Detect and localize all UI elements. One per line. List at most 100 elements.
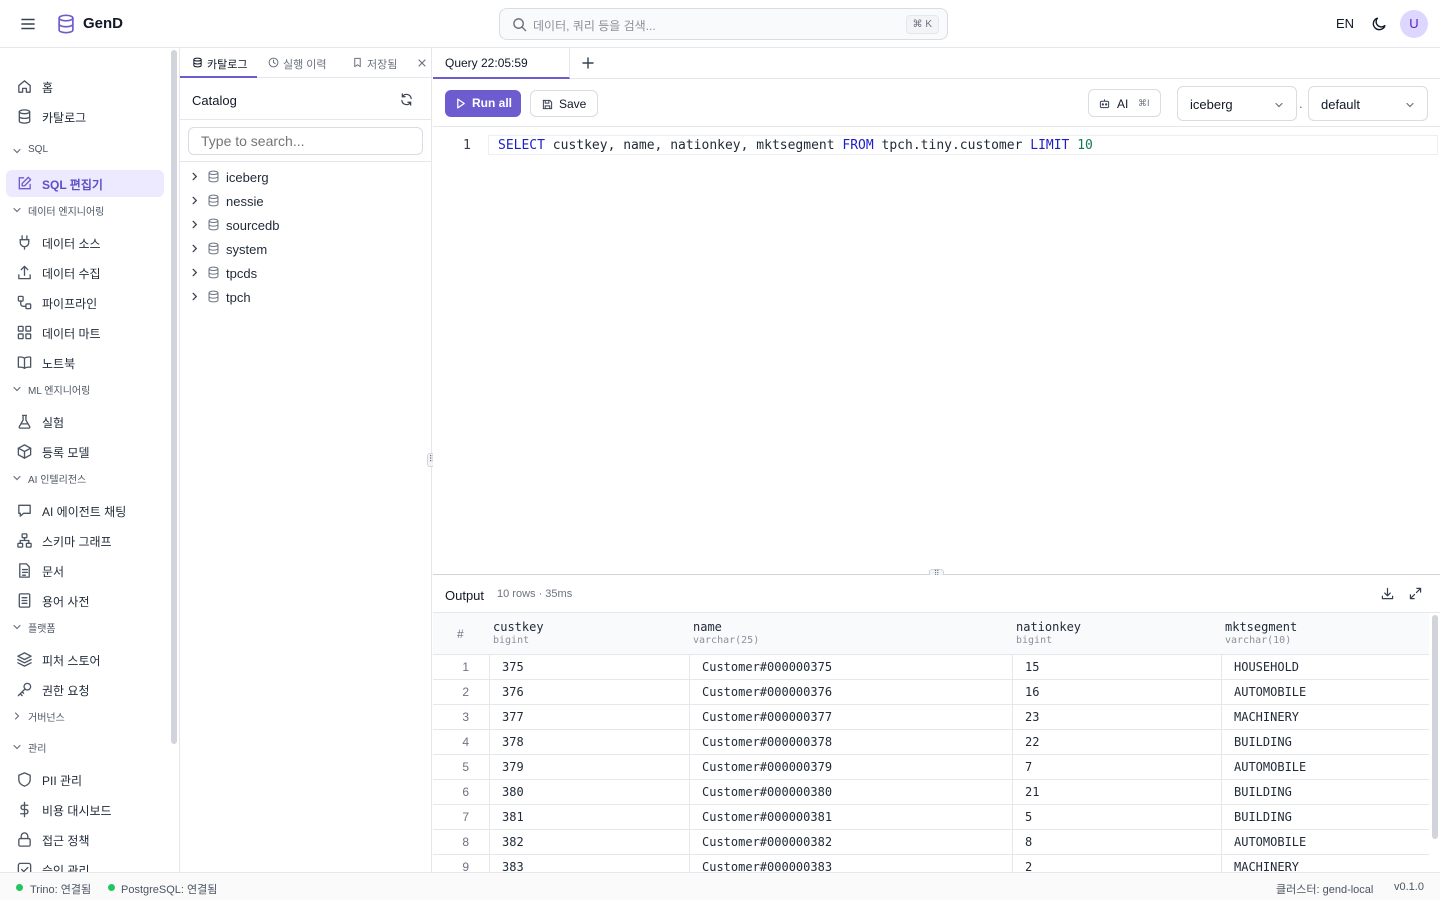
sidebar-scrollbar[interactable] xyxy=(171,50,177,744)
schema-select[interactable]: default xyxy=(1308,86,1428,121)
chevron-right-icon[interactable] xyxy=(190,268,199,277)
catalog-search-input[interactable] xyxy=(188,127,423,155)
table-row[interactable]: 4 378 Customer#000000378 22 BUILDING xyxy=(433,730,1429,755)
language-toggle[interactable]: EN xyxy=(1336,16,1354,31)
sidebar-item-23[interactable]: PII 관리 xyxy=(6,766,164,793)
chevron-right-icon[interactable] xyxy=(190,220,199,229)
catalog-tree-item[interactable]: system xyxy=(188,238,424,260)
sidebar-item-8[interactable]: 데이터 마트 xyxy=(6,319,164,346)
table-row[interactable]: 3 377 Customer#000000377 23 MACHINERY xyxy=(433,705,1429,730)
chevron-right-icon[interactable] xyxy=(190,244,199,253)
expand-icon[interactable] xyxy=(1409,587,1422,600)
table-cell[interactable]: Customer#000000380 xyxy=(689,780,1012,805)
table-cell[interactable]: Customer#000000383 xyxy=(689,855,1012,872)
ai-assist-button[interactable]: AI ⌘I xyxy=(1088,89,1161,117)
table-row[interactable]: 5 379 Customer#000000379 7 AUTOMOBILE xyxy=(433,755,1429,780)
table-cell[interactable]: 378 xyxy=(489,730,689,755)
table-cell[interactable]: BUILDING xyxy=(1221,730,1429,755)
catalog-select[interactable]: iceberg xyxy=(1177,86,1297,121)
table-cell[interactable]: 382 xyxy=(489,830,689,855)
table-cell[interactable]: BUILDING xyxy=(1221,805,1429,830)
sidebar-item-14[interactable]: AI 에이전트 채팅 xyxy=(6,497,164,524)
user-avatar[interactable]: U xyxy=(1400,10,1428,38)
chevron-right-icon[interactable] xyxy=(190,292,199,301)
table-cell[interactable]: 2 xyxy=(1012,855,1221,872)
run-all-button[interactable]: Run all xyxy=(445,90,521,117)
save-button[interactable]: Save xyxy=(530,90,598,117)
table-cell[interactable]: BUILDING xyxy=(1221,780,1429,805)
tab-query[interactable]: Query 22:05:59 xyxy=(433,48,570,79)
table-cell[interactable]: MACHINERY xyxy=(1221,855,1429,872)
table-cell[interactable]: Customer#000000378 xyxy=(689,730,1012,755)
download-icon[interactable] xyxy=(1381,587,1394,600)
sidebar-item-24[interactable]: 비용 대시보드 xyxy=(6,796,164,823)
sidebar-item-16[interactable]: 문서 xyxy=(6,557,164,584)
table-cell[interactable]: 8 xyxy=(1012,830,1221,855)
sidebar-item-9[interactable]: 노트북 xyxy=(6,349,164,376)
column-header[interactable]: custkey bigint xyxy=(489,613,689,655)
catalog-tree-item[interactable]: iceberg xyxy=(188,166,424,188)
table-row[interactable]: 7 381 Customer#000000381 5 BUILDING xyxy=(433,805,1429,830)
catalog-tree-item[interactable]: nessie xyxy=(188,190,424,212)
sql-editor[interactable]: 1 SELECT custkey, name, nationkey, mktse… xyxy=(433,127,1440,575)
table-cell[interactable]: HOUSEHOLD xyxy=(1221,655,1429,680)
table-cell[interactable]: Customer#000000379 xyxy=(689,755,1012,780)
table-row[interactable]: 2 376 Customer#000000376 16 AUTOMOBILE xyxy=(433,680,1429,705)
result-scrollbar[interactable] xyxy=(1432,615,1438,839)
sidebar-item-7[interactable]: 파이프라인 xyxy=(6,289,164,316)
table-cell[interactable]: AUTOMOBILE xyxy=(1221,830,1429,855)
moon-icon[interactable] xyxy=(1371,15,1388,32)
sidebar-item-6[interactable]: 데이터 수집 xyxy=(6,259,164,286)
table-row[interactable]: 6 380 Customer#000000380 21 BUILDING xyxy=(433,780,1429,805)
table-cell[interactable]: 15 xyxy=(1012,655,1221,680)
table-cell[interactable]: Customer#000000377 xyxy=(689,705,1012,730)
sidebar-item-17[interactable]: 용어 사전 xyxy=(6,587,164,614)
close-icon[interactable] xyxy=(417,58,427,68)
sidebar-item-19[interactable]: 피처 스토어 xyxy=(6,646,164,673)
sidebar-item-0[interactable]: 홈 xyxy=(6,73,164,100)
app-title[interactable]: GenD xyxy=(83,15,123,32)
table-cell[interactable]: 21 xyxy=(1012,780,1221,805)
table-cell[interactable]: MACHINERY xyxy=(1221,705,1429,730)
sidebar-item-25[interactable]: 접근 정책 xyxy=(6,826,164,853)
refresh-icon[interactable] xyxy=(400,93,413,106)
sidebar-item-11[interactable]: 실험 xyxy=(6,408,164,435)
column-header[interactable]: name varchar(25) xyxy=(689,613,1012,655)
catalog-tree-item[interactable]: tpch xyxy=(188,286,424,308)
sidebar-item-15[interactable]: 스키마 그래프 xyxy=(6,527,164,554)
tab-history[interactable]: 실행 이력 xyxy=(268,48,338,78)
tab-catalog[interactable]: 카탈로그 xyxy=(180,48,257,78)
column-header[interactable]: mktsegment varchar(10) xyxy=(1221,613,1429,655)
plus-icon[interactable] xyxy=(581,56,595,70)
sidebar-item-20[interactable]: 권한 요청 xyxy=(6,676,164,703)
hamburger-menu-icon[interactable] xyxy=(18,14,38,34)
table-cell[interactable]: Customer#000000375 xyxy=(689,655,1012,680)
chevron-right-icon[interactable] xyxy=(190,172,199,181)
table-row[interactable]: 9 383 Customer#000000383 2 MACHINERY xyxy=(433,855,1429,872)
catalog-tree-item[interactable]: tpcds xyxy=(188,262,424,284)
table-cell[interactable]: 16 xyxy=(1012,680,1221,705)
table-cell[interactable]: 5 xyxy=(1012,805,1221,830)
table-row[interactable]: 1 375 Customer#000000375 15 HOUSEHOLD xyxy=(433,655,1429,680)
table-cell[interactable]: 381 xyxy=(489,805,689,830)
table-cell[interactable]: 23 xyxy=(1012,705,1221,730)
table-cell[interactable]: 376 xyxy=(489,680,689,705)
catalog-tree-item[interactable]: sourcedb xyxy=(188,214,424,236)
table-cell[interactable]: 22 xyxy=(1012,730,1221,755)
table-cell[interactable]: 377 xyxy=(489,705,689,730)
table-cell[interactable]: 7 xyxy=(1012,755,1221,780)
sidebar-item-26[interactable]: 승인 관리 xyxy=(6,856,164,872)
sidebar-item-5[interactable]: 데이터 소스 xyxy=(6,229,164,256)
sidebar-item-3[interactable]: SQL 편집기 xyxy=(6,170,164,197)
sql-code-line[interactable]: SELECT custkey, name, nationkey, mktsegm… xyxy=(498,138,1093,153)
sidebar-item-1[interactable]: 카탈로그 xyxy=(6,103,164,130)
table-cell[interactable]: Customer#000000381 xyxy=(689,805,1012,830)
table-row[interactable]: 8 382 Customer#000000382 8 AUTOMOBILE xyxy=(433,830,1429,855)
sidebar-item-12[interactable]: 등록 모델 xyxy=(6,438,164,465)
table-cell[interactable]: 379 xyxy=(489,755,689,780)
table-cell[interactable]: 383 xyxy=(489,855,689,872)
table-cell[interactable]: 375 xyxy=(489,655,689,680)
table-cell[interactable]: AUTOMOBILE xyxy=(1221,755,1429,780)
table-cell[interactable]: Customer#000000376 xyxy=(689,680,1012,705)
table-cell[interactable]: Customer#000000382 xyxy=(689,830,1012,855)
